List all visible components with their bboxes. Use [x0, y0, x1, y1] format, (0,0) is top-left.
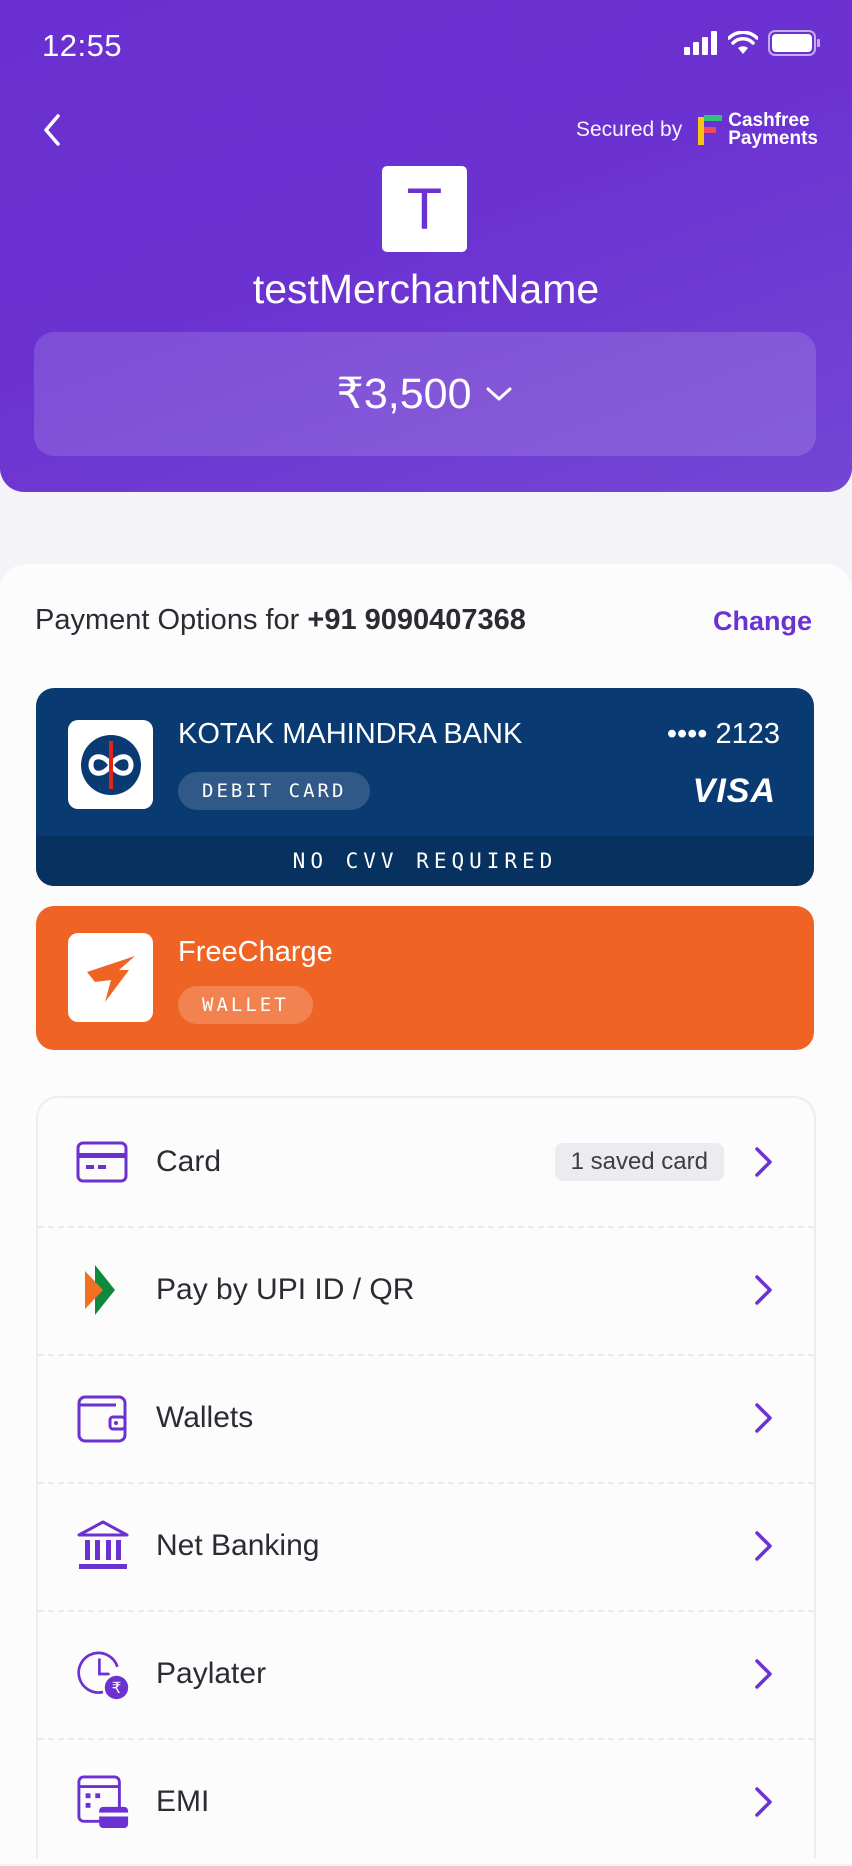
method-emi[interactable]: EMI	[38, 1738, 814, 1866]
svg-text:₹: ₹	[112, 1679, 122, 1697]
method-card[interactable]: Card 1 saved card	[38, 1098, 814, 1226]
visa-logo: VISA	[692, 772, 776, 810]
secured-by-badge: Secured by Cashfree Payments	[575, 111, 818, 149]
saved-card-badge: 1 saved card	[554, 1143, 724, 1181]
merchant-name: testMerchantName	[252, 266, 600, 312]
payment-methods-list: Card 1 saved card Pay by UPI ID / QR Wal…	[36, 1096, 816, 1858]
chevron-right-icon	[755, 1275, 772, 1305]
signal-icon	[684, 31, 717, 55]
chevron-right-icon	[755, 1147, 772, 1177]
method-paylater[interactable]: ₹ Paylater	[38, 1610, 814, 1738]
chevron-right-icon	[755, 1403, 772, 1433]
method-label: Pay by UPI ID / QR	[156, 1273, 415, 1306]
change-phone-link[interactable]: Change	[713, 606, 812, 637]
cashfree-subtitle: Payments	[728, 128, 818, 149]
back-button[interactable]	[38, 110, 68, 150]
bank-icon	[76, 1519, 130, 1573]
cashfree-logo: Cashfree Payments	[696, 111, 818, 149]
method-label: Net Banking	[156, 1529, 320, 1562]
method-wallets[interactable]: Wallets	[38, 1354, 814, 1482]
order-amount: ₹3,500	[336, 370, 472, 418]
status-time: 12:55	[42, 28, 123, 63]
upi-icon	[76, 1263, 130, 1317]
method-netbanking[interactable]: Net Banking	[38, 1482, 814, 1610]
no-cvv-note: NO CVV REQUIRED	[36, 836, 814, 886]
wallet-type-badge: WALLET	[178, 986, 313, 1024]
status-icons	[684, 30, 822, 56]
amount-dropdown[interactable]: ₹3,500	[34, 332, 816, 456]
kotak-logo	[68, 720, 153, 809]
payment-options-heading: Payment Options for +91 9090407368	[35, 604, 526, 637]
merchant-logo: T	[382, 166, 467, 252]
battery-icon	[768, 30, 820, 56]
emi-icon	[76, 1775, 130, 1829]
method-label: EMI	[156, 1785, 210, 1818]
paylater-icon: ₹	[76, 1647, 130, 1701]
freecharge-icon	[86, 955, 135, 1002]
wallet-name: FreeCharge	[178, 936, 333, 968]
chevron-right-icon	[755, 1787, 772, 1817]
saved-card-kotak[interactable]: KOTAK MAHINDRA BANK DEBIT CARD •••• 2123…	[36, 688, 814, 886]
cashfree-mark-icon	[698, 115, 723, 145]
method-label: Paylater	[156, 1657, 267, 1690]
payment-options-prefix: Payment Options for	[35, 604, 300, 636]
chevron-down-icon	[486, 387, 512, 401]
customer-phone: +91 9090407368	[307, 604, 526, 636]
masked-card-number: •••• 2123	[666, 718, 780, 750]
wallet-icon	[76, 1391, 130, 1445]
freecharge-logo	[68, 933, 153, 1022]
bank-name: KOTAK MAHINDRA BANK	[178, 718, 523, 750]
wifi-icon	[728, 31, 758, 54]
saved-wallet-freecharge[interactable]: FreeCharge WALLET	[36, 906, 814, 1050]
method-label: Wallets	[156, 1401, 254, 1434]
card-type-badge: DEBIT CARD	[178, 772, 371, 810]
secured-by-label: Secured by	[575, 118, 683, 141]
chevron-right-icon	[755, 1659, 772, 1689]
method-upi[interactable]: Pay by UPI ID / QR	[38, 1226, 814, 1354]
chevron-right-icon	[755, 1531, 772, 1561]
card-icon	[76, 1135, 130, 1189]
method-label: Card	[156, 1145, 222, 1178]
kotak-bank-icon	[80, 734, 141, 795]
